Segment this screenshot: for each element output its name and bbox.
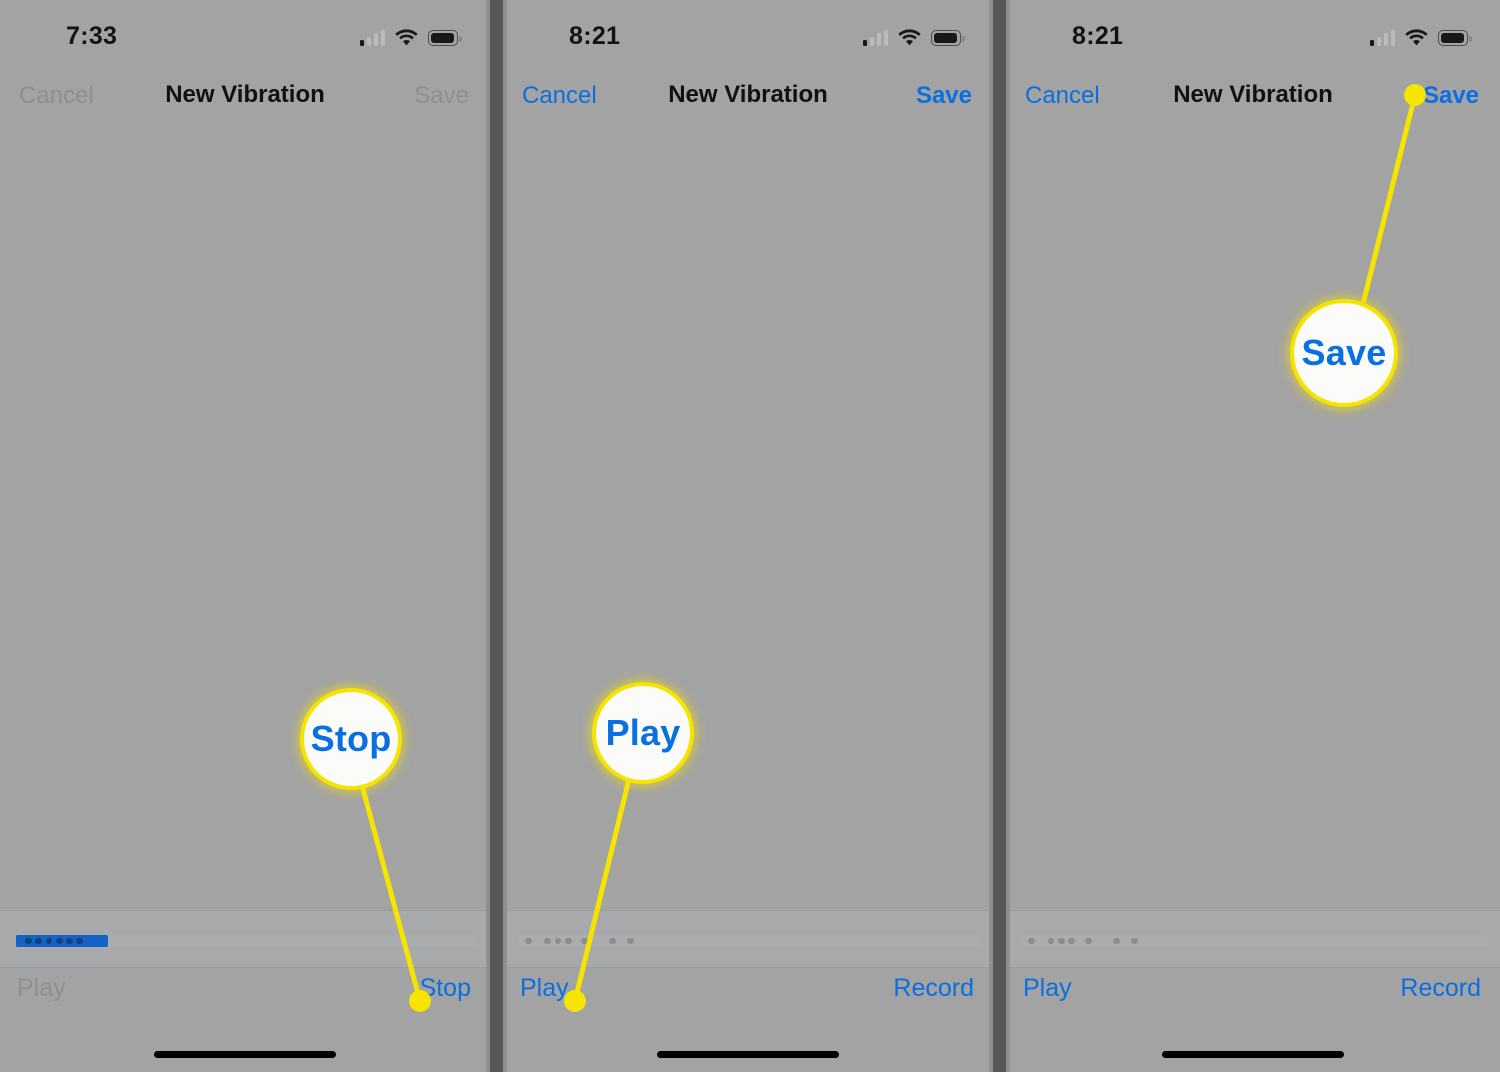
status-icons [862,24,965,46]
navigation-bar: Cancel New Vibration Save [503,62,993,130]
wifi-icon [1405,29,1428,46]
screenshot-stage: 7:33 Cancel New Vibration Save Play Stop… [0,0,1500,1072]
save-button[interactable]: Save [916,82,972,110]
track-rail[interactable] [1022,935,1488,947]
battery-icon [428,30,462,46]
save-button[interactable]: Save [414,82,469,110]
status-bar: 8:21 [1006,0,1500,62]
vibration-tap-canvas[interactable] [503,130,993,910]
battery-icon [931,30,965,46]
track-rail[interactable] [16,935,478,947]
phone-panel-recording: 7:33 Cancel New Vibration Save Play Stop [0,0,490,1072]
status-time: 8:21 [1072,22,1124,50]
stop-button[interactable]: Stop [420,974,471,1003]
vibration-pattern-track [0,910,490,968]
cellular-signal-icon [862,29,888,46]
callout-bubble-save: Save [1290,299,1398,407]
cellular-signal-icon [359,29,385,46]
playback-toolbar: Play Stop [0,968,490,1014]
callout-bubble-play: Play [592,682,694,784]
status-time: 8:21 [569,22,621,50]
battery-icon [1438,30,1472,46]
status-bar: 8:21 [503,0,993,62]
status-icons [359,24,462,46]
panel-divider [989,0,1010,1072]
phone-panel-save: 8:21 Cancel New Vibration Save Play Reco… [1006,0,1500,1072]
status-icons [1369,24,1472,46]
playback-toolbar: Play Record [503,968,993,1014]
save-button[interactable]: Save [1423,82,1479,110]
navigation-bar: Cancel New Vibration Save [0,62,490,130]
phone-panel-recorded: 8:21 Cancel New Vibration Save Play Reco… [503,0,993,1072]
record-button[interactable]: Record [1400,974,1481,1003]
cellular-signal-icon [1369,29,1395,46]
playback-toolbar: Play Record [1006,968,1500,1014]
record-button[interactable]: Record [893,974,974,1003]
callout-bubble-stop: Stop [300,688,402,790]
wifi-icon [898,29,921,46]
play-button[interactable]: Play [1023,974,1072,1003]
home-indicator [154,1051,336,1058]
home-indicator [1162,1051,1344,1058]
callout-label-stop: Stop [310,718,392,759]
wifi-icon [395,29,418,46]
vibration-pattern-track [1006,910,1500,968]
vibration-pattern-track [503,910,993,968]
play-button[interactable]: Play [17,974,66,1003]
vibration-tap-canvas[interactable] [1006,130,1500,910]
status-bar: 7:33 [0,0,490,62]
panel-divider [486,0,507,1072]
play-button[interactable]: Play [520,974,569,1003]
vibration-tap-canvas[interactable] [0,130,490,910]
navigation-bar: Cancel New Vibration Save [1006,62,1500,130]
track-rail[interactable] [519,935,981,947]
status-time: 7:33 [66,22,118,50]
callout-label-save: Save [1301,332,1387,373]
callout-label-play: Play [605,712,681,753]
home-indicator [657,1051,839,1058]
